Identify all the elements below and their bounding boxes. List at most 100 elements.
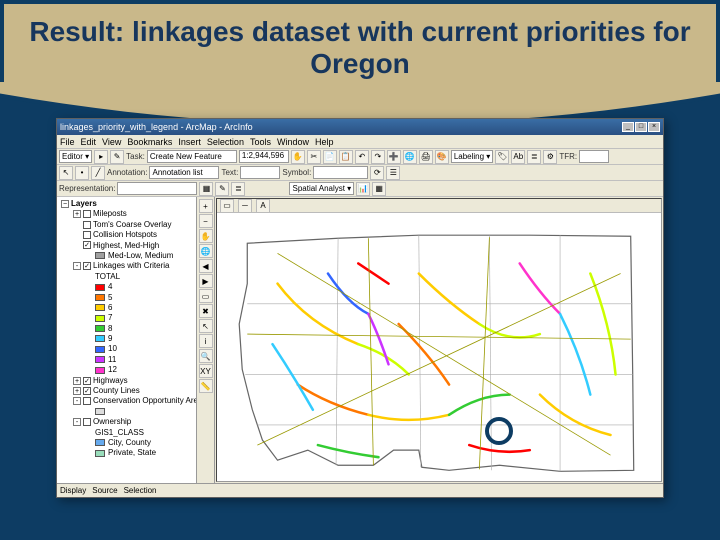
sa-icon[interactable]: 📊 xyxy=(356,182,370,196)
menu-file[interactable]: File xyxy=(60,137,75,147)
sa-grid-icon[interactable]: ▦ xyxy=(372,182,386,196)
annotation-dropdown[interactable]: Annotation list xyxy=(149,166,219,179)
rep-layers-icon[interactable]: ≣ xyxy=(231,182,245,196)
clear-selection-icon[interactable]: ✖ xyxy=(199,304,213,318)
refresh-icon[interactable]: ⟳ xyxy=(370,166,384,180)
rep-edit-icon[interactable]: ✎ xyxy=(215,182,229,196)
globe-icon[interactable]: 🌐 xyxy=(403,150,417,164)
next-extent-icon[interactable]: ▶ xyxy=(199,274,213,288)
toc-layer[interactable]: +✓County Lines xyxy=(59,386,194,396)
menu-edit[interactable]: Edit xyxy=(81,137,97,147)
menu-selection[interactable]: Selection xyxy=(207,137,244,147)
scale-input[interactable]: 1:2,944,596 xyxy=(239,150,289,163)
checkbox-icon[interactable]: ✓ xyxy=(83,262,91,270)
checkbox-icon[interactable]: ✓ xyxy=(83,387,91,395)
expander-icon[interactable]: - xyxy=(73,262,81,270)
spatial-analyst-dropdown[interactable]: Spatial Analyst ▾ xyxy=(289,182,354,195)
menu-bookmarks[interactable]: Bookmarks xyxy=(127,137,172,147)
toc-legend-item: 7 xyxy=(59,313,194,323)
checkbox-icon[interactable] xyxy=(83,210,91,218)
dot-icon[interactable]: • xyxy=(75,166,89,180)
toc-layer[interactable]: -Conservation Opportunity Areas xyxy=(59,396,194,406)
zoom-in-icon[interactable]: + xyxy=(199,199,213,213)
checkbox-icon[interactable] xyxy=(83,397,91,405)
gear-icon[interactable]: ⚙ xyxy=(543,150,557,164)
list-icon[interactable]: ☰ xyxy=(386,166,400,180)
prev-extent-icon[interactable]: ◀ xyxy=(199,259,213,273)
map-edit-icon[interactable]: ▭ xyxy=(220,199,234,213)
palette-icon[interactable]: 🎨 xyxy=(435,150,449,164)
expander-icon[interactable]: + xyxy=(73,387,81,395)
pointer-icon[interactable]: ↖ xyxy=(59,166,73,180)
labeling-dropdown[interactable]: Labeling ▾ xyxy=(451,150,494,163)
text-label: Text: xyxy=(221,168,238,177)
toc-tab-display[interactable]: Display xyxy=(60,486,86,495)
print-icon[interactable]: 🖨 xyxy=(419,150,433,164)
paste-icon[interactable]: 📋 xyxy=(339,150,353,164)
map-text-icon[interactable]: A xyxy=(256,199,270,213)
maximize-button[interactable]: □ xyxy=(635,122,647,132)
pencil-icon[interactable]: ✎ xyxy=(110,150,124,164)
editor-dropdown[interactable]: Editor ▾ xyxy=(59,150,92,163)
toc-legend-item: Private, State xyxy=(59,448,194,458)
identify-icon[interactable]: i xyxy=(199,334,213,348)
checkbox-icon[interactable] xyxy=(83,418,91,426)
layer-name: Linkages with Criteria xyxy=(93,261,169,270)
measure-icon[interactable]: 📏 xyxy=(199,379,213,393)
map-line-icon[interactable]: ─ xyxy=(238,199,252,213)
layers-icon[interactable]: ≣ xyxy=(527,150,541,164)
toc-layer[interactable]: +✓Highways xyxy=(59,376,194,386)
checkbox-icon[interactable]: ✓ xyxy=(83,241,91,249)
pan-icon[interactable]: ✋ xyxy=(199,229,213,243)
expander-icon[interactable]: + xyxy=(73,377,81,385)
hand-icon[interactable]: ✋ xyxy=(291,150,305,164)
toc-tab-source[interactable]: Source xyxy=(92,486,117,495)
representation-dropdown[interactable] xyxy=(117,182,197,195)
menu-insert[interactable]: Insert xyxy=(178,137,201,147)
toc-layer[interactable]: -Ownership xyxy=(59,417,194,427)
find-icon[interactable]: 🔍 xyxy=(199,349,213,363)
cut-icon[interactable]: ✂ xyxy=(307,150,321,164)
full-extent-icon[interactable]: 🌐 xyxy=(199,244,213,258)
toc-layer[interactable]: -✓Linkages with Criteria xyxy=(59,261,194,271)
toc-tab-selection[interactable]: Selection xyxy=(124,486,157,495)
map-view[interactable]: ▭ ─ A xyxy=(216,198,662,482)
toc-layer[interactable]: Collision Hotspots xyxy=(59,230,194,240)
menu-help[interactable]: Help xyxy=(315,137,334,147)
map-toolbar: ▭ ─ A xyxy=(217,199,661,213)
tfr-input[interactable] xyxy=(579,150,609,163)
toc-layer[interactable]: +Mileposts xyxy=(59,209,194,219)
rep-tool-icon[interactable]: ▦ xyxy=(199,182,213,196)
arrow-icon[interactable]: ↖ xyxy=(199,319,213,333)
expander-icon[interactable]: - xyxy=(73,418,81,426)
line-icon[interactable]: ╱ xyxy=(91,166,105,180)
menu-tools[interactable]: Tools xyxy=(250,137,271,147)
tag-icon[interactable]: 🏷 xyxy=(495,150,509,164)
add-data-icon[interactable]: ➕ xyxy=(387,150,401,164)
xy-icon[interactable]: XY xyxy=(199,364,213,378)
menu-window[interactable]: Window xyxy=(277,137,309,147)
close-button[interactable]: × xyxy=(648,122,660,132)
swatch-icon xyxy=(95,304,105,311)
zoom-out-icon[interactable]: − xyxy=(199,214,213,228)
expander-icon[interactable]: - xyxy=(73,397,81,405)
checkbox-icon[interactable]: ✓ xyxy=(83,377,91,385)
table-of-contents[interactable]: −Layers +MilepostsTom's Coarse OverlayCo… xyxy=(57,197,197,483)
redo-icon[interactable]: ↷ xyxy=(371,150,385,164)
undo-icon[interactable]: ↶ xyxy=(355,150,369,164)
expander-icon[interactable]: + xyxy=(73,210,81,218)
toc-layer[interactable]: Tom's Coarse Overlay xyxy=(59,220,194,230)
checkbox-icon[interactable] xyxy=(83,221,91,229)
checkbox-icon[interactable] xyxy=(83,231,91,239)
toc-layer[interactable]: ✓Highest, Med-High xyxy=(59,241,194,251)
ab-icon[interactable]: Ab xyxy=(511,150,525,164)
swatch-icon xyxy=(95,439,105,446)
select-icon[interactable]: ▭ xyxy=(199,289,213,303)
text-input[interactable] xyxy=(240,166,280,179)
task-dropdown[interactable]: Create New Feature xyxy=(147,150,237,163)
copy-icon[interactable]: 📄 xyxy=(323,150,337,164)
symbol-dropdown[interactable] xyxy=(313,166,368,179)
minimize-button[interactable]: _ xyxy=(622,122,634,132)
tool-icon[interactable]: ▸ xyxy=(94,150,108,164)
menu-view[interactable]: View xyxy=(102,137,121,147)
